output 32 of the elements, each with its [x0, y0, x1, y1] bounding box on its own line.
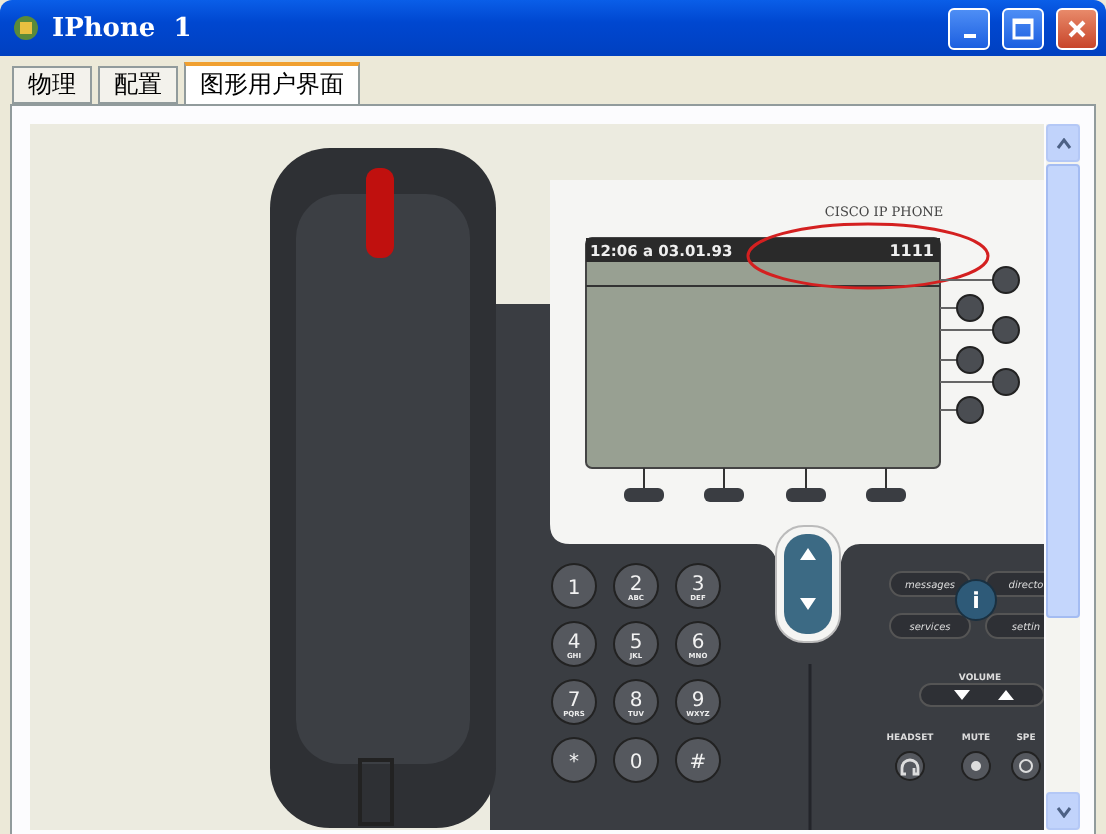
vertical-scrollbar[interactable] [1046, 124, 1080, 830]
scroll-up-icon[interactable] [1055, 137, 1071, 149]
soft-key[interactable] [704, 467, 744, 502]
keypad-key[interactable]: * [551, 737, 597, 783]
scroll-down-icon[interactable] [1055, 805, 1071, 817]
keypad-key[interactable]: 0 [613, 737, 659, 783]
screen-line-number: 1111 [889, 242, 934, 260]
info-button[interactable]: i [955, 579, 997, 621]
soft-key[interactable] [866, 467, 906, 502]
line-key[interactable] [939, 346, 984, 374]
volume-rocker[interactable] [919, 683, 1044, 707]
line-key[interactable] [939, 396, 984, 424]
close-button[interactable] [1056, 7, 1098, 49]
window-title: IPhone 1 [52, 13, 194, 43]
line-key[interactable] [939, 368, 1020, 396]
keypad-key[interactable]: 1 [551, 563, 597, 609]
close-icon [1066, 17, 1088, 39]
tab[interactable]: 配置 [98, 66, 178, 104]
minimize-button[interactable] [948, 7, 990, 49]
line-key[interactable] [939, 294, 984, 322]
tab[interactable]: 图形用户界面 [184, 62, 360, 104]
phone-icon [12, 14, 40, 42]
line-key[interactable] [939, 316, 1020, 344]
tab[interactable]: 物理 [12, 66, 92, 104]
maximize-icon [1012, 17, 1034, 39]
navigation-rocker[interactable] [775, 525, 841, 643]
keypad-key[interactable]: # [675, 737, 721, 783]
maximize-button[interactable] [1002, 7, 1044, 49]
soft-key[interactable] [786, 467, 826, 502]
soft-key[interactable] [624, 467, 664, 502]
minimize-icon [963, 34, 975, 38]
line-key[interactable] [939, 266, 1020, 294]
